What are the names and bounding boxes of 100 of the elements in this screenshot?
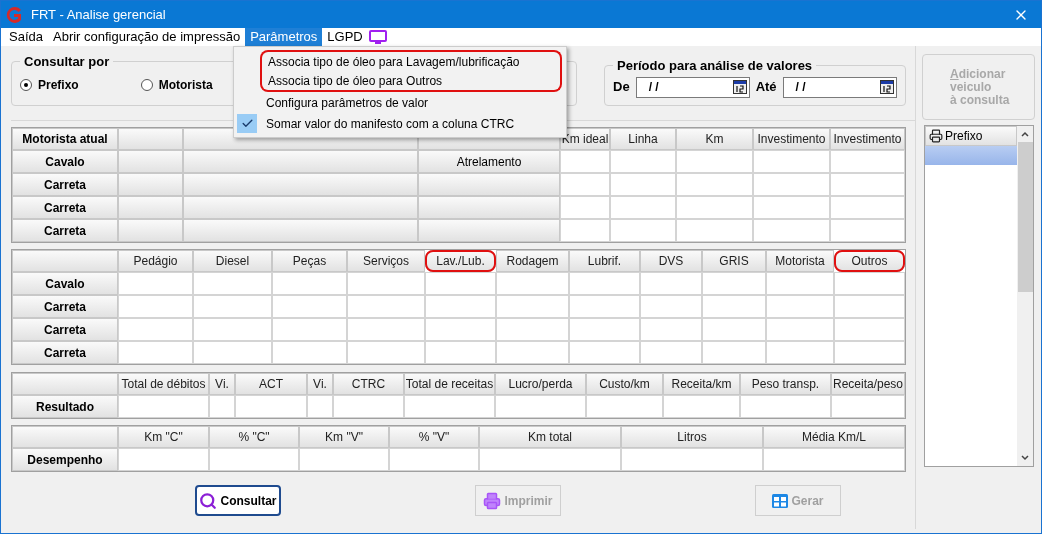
date-field[interactable]: / / bbox=[635, 76, 750, 98]
column-header: Investimento bbox=[830, 128, 905, 150]
header-cell: Motorista atual bbox=[12, 128, 118, 150]
list-header: Prefixo bbox=[925, 126, 1017, 146]
dropdown-item[interactable]: Configura parâmetros de valor bbox=[260, 92, 562, 113]
button-cell bbox=[118, 219, 183, 242]
column-header: Serviços bbox=[347, 250, 425, 272]
row-header: Carreta bbox=[12, 219, 118, 242]
column-header: Motorista bbox=[766, 250, 834, 272]
dropdown-item[interactable]: Associa tipo de óleo para Outros bbox=[260, 71, 562, 92]
table-cell bbox=[640, 272, 702, 295]
table-cell bbox=[569, 295, 640, 318]
column-header: Vi. bbox=[209, 373, 235, 395]
column-header: % "V" bbox=[389, 426, 479, 448]
window-title: FRT - Analise gerencial bbox=[31, 5, 166, 24]
table-cell bbox=[560, 196, 610, 219]
table-cell bbox=[569, 272, 640, 295]
row-header: Carreta bbox=[12, 173, 118, 196]
column-header: GRIS bbox=[702, 250, 766, 272]
field-label: De bbox=[613, 78, 630, 97]
radio-button[interactable] bbox=[20, 78, 32, 91]
table-cell bbox=[702, 272, 766, 295]
column-header: Receita/km bbox=[663, 373, 740, 395]
dropdown-item[interactable]: Somar valor do manifesto com a coluna CTRC bbox=[260, 113, 562, 134]
radio-option[interactable]: Motorista bbox=[140, 75, 213, 94]
table-cell bbox=[640, 318, 702, 341]
column-header: Outros bbox=[834, 250, 905, 272]
table-cell bbox=[702, 295, 766, 318]
table-cell bbox=[560, 150, 610, 173]
column-header: Lav./Lub. bbox=[425, 250, 496, 272]
column-header: Km total bbox=[479, 426, 621, 448]
table-cell bbox=[425, 318, 496, 341]
menu-item[interactable]: Saída bbox=[4, 28, 48, 46]
table-cell bbox=[560, 173, 610, 196]
search-icon bbox=[199, 491, 218, 510]
app-logo-icon bbox=[5, 5, 23, 24]
group-title: Período para análise de valores bbox=[616, 57, 814, 75]
dropdown-item[interactable]: Associa tipo de óleo para Lavagem/lubrificação bbox=[260, 50, 562, 71]
table-cell bbox=[640, 295, 702, 318]
button-cell: Atrelamento bbox=[418, 150, 560, 173]
row-header: Carreta bbox=[12, 295, 118, 318]
button-cell bbox=[118, 150, 183, 173]
column-header: % "C" bbox=[209, 426, 299, 448]
table-icon bbox=[772, 493, 789, 508]
calendar-icon[interactable] bbox=[879, 80, 894, 94]
column-header: ACT bbox=[235, 373, 307, 395]
row-header: Carreta bbox=[12, 318, 118, 341]
date-field[interactable]: / / bbox=[782, 76, 897, 98]
column-header: Diesel bbox=[193, 250, 272, 272]
table-cell bbox=[766, 295, 834, 318]
table-cell bbox=[766, 272, 834, 295]
column-header: Lubrif. bbox=[569, 250, 640, 272]
column-header: Peças bbox=[272, 250, 347, 272]
row-header: Carreta bbox=[12, 341, 118, 364]
table-cell bbox=[610, 173, 676, 196]
table-cell bbox=[610, 196, 676, 219]
row-header: Cavalo bbox=[12, 150, 118, 173]
column-header: Km bbox=[676, 128, 753, 150]
column-header: DVS bbox=[640, 250, 702, 272]
table-cell bbox=[425, 295, 496, 318]
column-header: Lucro/perda bbox=[495, 373, 586, 395]
column-header: Km "V" bbox=[299, 426, 389, 448]
calendar-icon[interactable] bbox=[732, 80, 747, 94]
menu-item[interactable]: Abrir configuração de impressão bbox=[48, 28, 246, 46]
row-header: Desempenho bbox=[12, 448, 118, 471]
table-cell bbox=[425, 272, 496, 295]
group-title: Consultar por bbox=[23, 53, 111, 71]
column-header: Total de débitos bbox=[118, 373, 209, 395]
column-header: Custo/km bbox=[586, 373, 663, 395]
search-button[interactable]: Consultar bbox=[195, 485, 281, 516]
table-cell bbox=[569, 318, 640, 341]
radio-option[interactable]: Prefixo bbox=[20, 75, 79, 94]
table-cell bbox=[766, 318, 834, 341]
table-cell bbox=[610, 150, 676, 173]
printer-icon bbox=[483, 491, 502, 510]
column-header: Média Km/L bbox=[763, 426, 905, 448]
column-header: Linha bbox=[610, 128, 676, 150]
menu-item[interactable]: LGPD bbox=[322, 28, 392, 46]
column-header: Peso transp. bbox=[740, 373, 831, 395]
column-header: Vi. bbox=[307, 373, 333, 395]
column-header: Litros bbox=[621, 426, 763, 448]
column-header: Rodagem bbox=[496, 250, 569, 272]
column-header: Km "C" bbox=[118, 426, 209, 448]
button-cell bbox=[118, 196, 183, 219]
menu-item[interactable]: Parâmetros bbox=[245, 28, 323, 46]
column-header: Pedágio bbox=[118, 250, 193, 272]
button-cell bbox=[118, 173, 183, 196]
row-header: Resultado bbox=[12, 395, 118, 418]
table-cell bbox=[702, 318, 766, 341]
printer-icon bbox=[929, 129, 943, 143]
row-header: Cavalo bbox=[12, 272, 118, 295]
radio-button[interactable] bbox=[140, 78, 153, 91]
column-header: CTRC bbox=[333, 373, 404, 395]
column-header: Receita/peso bbox=[831, 373, 905, 395]
column-header: Total de receitas bbox=[404, 373, 495, 395]
column-header: Investimento bbox=[753, 128, 830, 150]
monitor-icon bbox=[368, 30, 387, 44]
field-label: Até bbox=[755, 78, 777, 97]
scrollbar[interactable] bbox=[1017, 126, 1033, 466]
row-header: Carreta bbox=[12, 196, 118, 219]
